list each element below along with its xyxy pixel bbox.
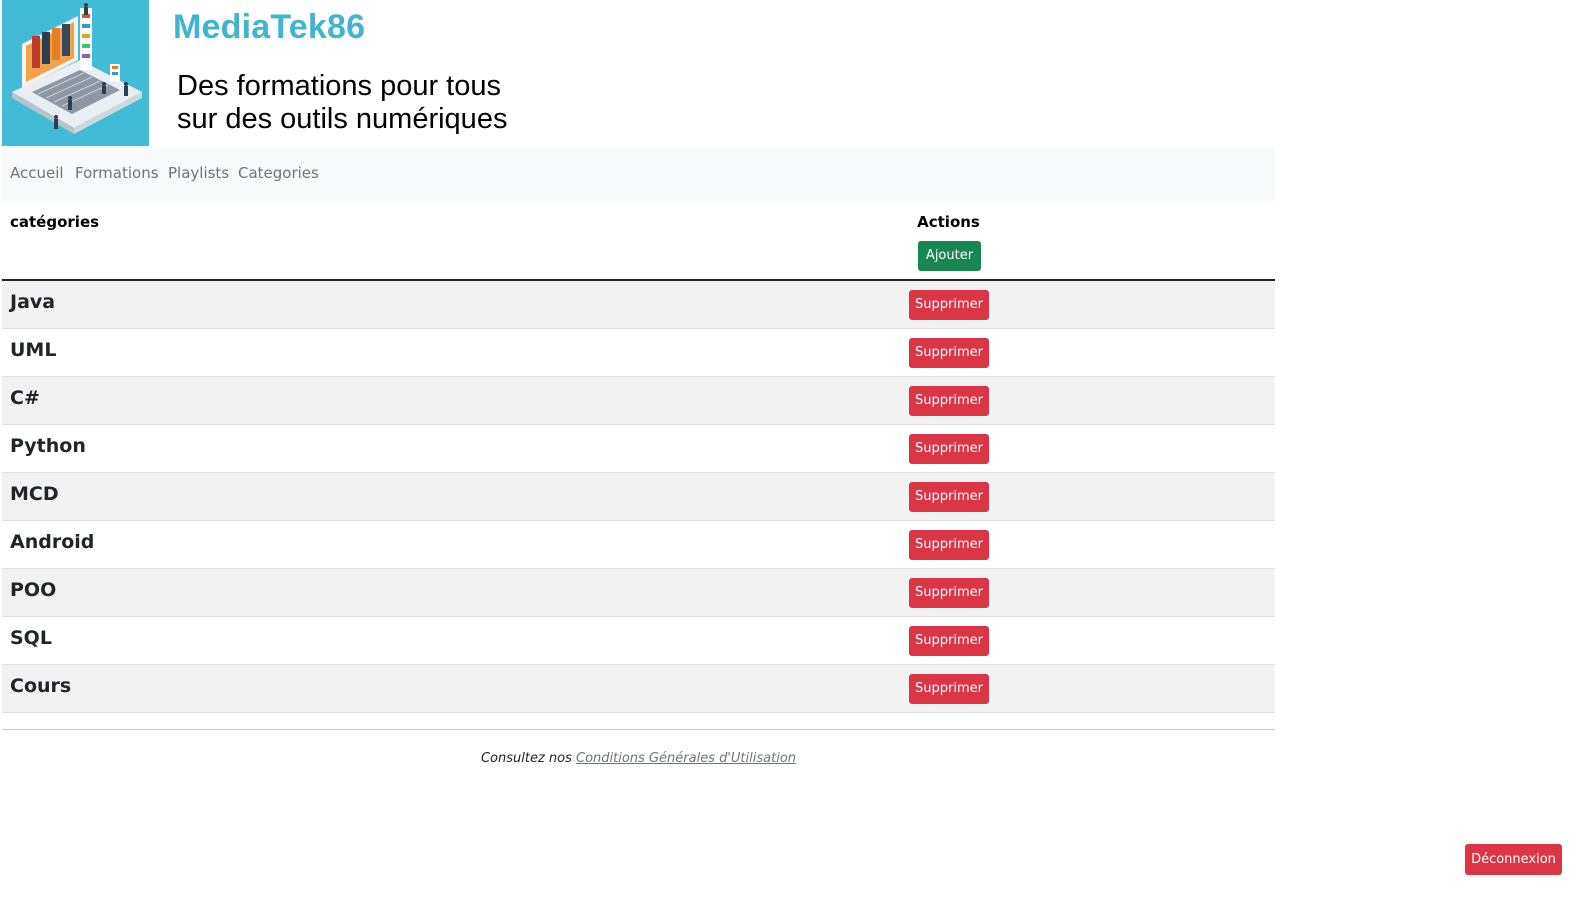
footer-text: Consultez nos	[480, 751, 577, 766]
delete-button[interactable]: Supprimer	[909, 290, 989, 320]
category-name: Python	[10, 435, 86, 457]
table-row: Python Supprimer	[2, 425, 1275, 473]
site-logo[interactable]	[2, 0, 149, 146]
table-row: Cours Supprimer	[2, 665, 1275, 713]
table-row: SQL Supprimer	[2, 617, 1275, 665]
delete-button[interactable]: Supprimer	[909, 338, 989, 368]
category-name: Java	[10, 291, 56, 313]
category-name: Cours	[10, 675, 72, 697]
nav-link-categories[interactable]: Categories	[238, 164, 319, 182]
nav-link-playlists[interactable]: Playlists	[168, 164, 229, 182]
table-header: catégories Actions Ajouter	[2, 201, 1275, 281]
nav-link-formations[interactable]: Formations	[75, 164, 159, 182]
page: MediaTek86 Des formations pour tous sur …	[0, 0, 1596, 899]
category-name: C#	[10, 387, 40, 409]
tagline-line-1: Des formations pour tous	[177, 70, 501, 102]
category-name: POO	[10, 579, 57, 601]
add-category-button[interactable]: Ajouter	[918, 241, 981, 271]
nav-link-accueil[interactable]: Accueil	[10, 164, 64, 182]
delete-button[interactable]: Supprimer	[909, 674, 989, 704]
laptop-illustration-icon	[2, 0, 149, 146]
footer-divider	[2, 729, 1275, 730]
site-tagline: Des formations pour tous sur des outils …	[177, 70, 507, 136]
column-header-actions: Actions	[917, 213, 980, 231]
cgu-link[interactable]: Conditions Générales d'Utilisation	[576, 751, 796, 766]
categories-table: catégories Actions Ajouter Java Supprime…	[2, 201, 1275, 713]
column-header-categories: catégories	[10, 213, 100, 231]
tagline-line-2: sur des outils numériques	[177, 103, 508, 135]
delete-button[interactable]: Supprimer	[909, 530, 989, 560]
delete-button[interactable]: Supprimer	[909, 482, 989, 512]
table-row: C# Supprimer	[2, 377, 1275, 425]
main-navbar: Accueil Formations Playlists Categories	[2, 147, 1275, 201]
category-name: SQL	[10, 627, 52, 649]
delete-button[interactable]: Supprimer	[909, 578, 989, 608]
site-footer: Consultez nos Conditions Générales d'Uti…	[2, 751, 1275, 766]
site-header: MediaTek86 Des formations pour tous sur …	[2, 0, 1275, 146]
logout-button[interactable]: Déconnexion	[1465, 844, 1562, 875]
category-name: UML	[10, 339, 57, 361]
delete-button[interactable]: Supprimer	[909, 386, 989, 416]
table-row: Android Supprimer	[2, 521, 1275, 569]
main-container: MediaTek86 Des formations pour tous sur …	[2, 0, 1275, 766]
table-row: UML Supprimer	[2, 329, 1275, 377]
site-title[interactable]: MediaTek86	[173, 8, 365, 47]
table-row: Java Supprimer	[2, 281, 1275, 329]
category-name: MCD	[10, 483, 59, 505]
category-name: Android	[10, 531, 95, 553]
delete-button[interactable]: Supprimer	[909, 434, 989, 464]
delete-button[interactable]: Supprimer	[909, 626, 989, 656]
table-row: MCD Supprimer	[2, 473, 1275, 521]
table-row: POO Supprimer	[2, 569, 1275, 617]
